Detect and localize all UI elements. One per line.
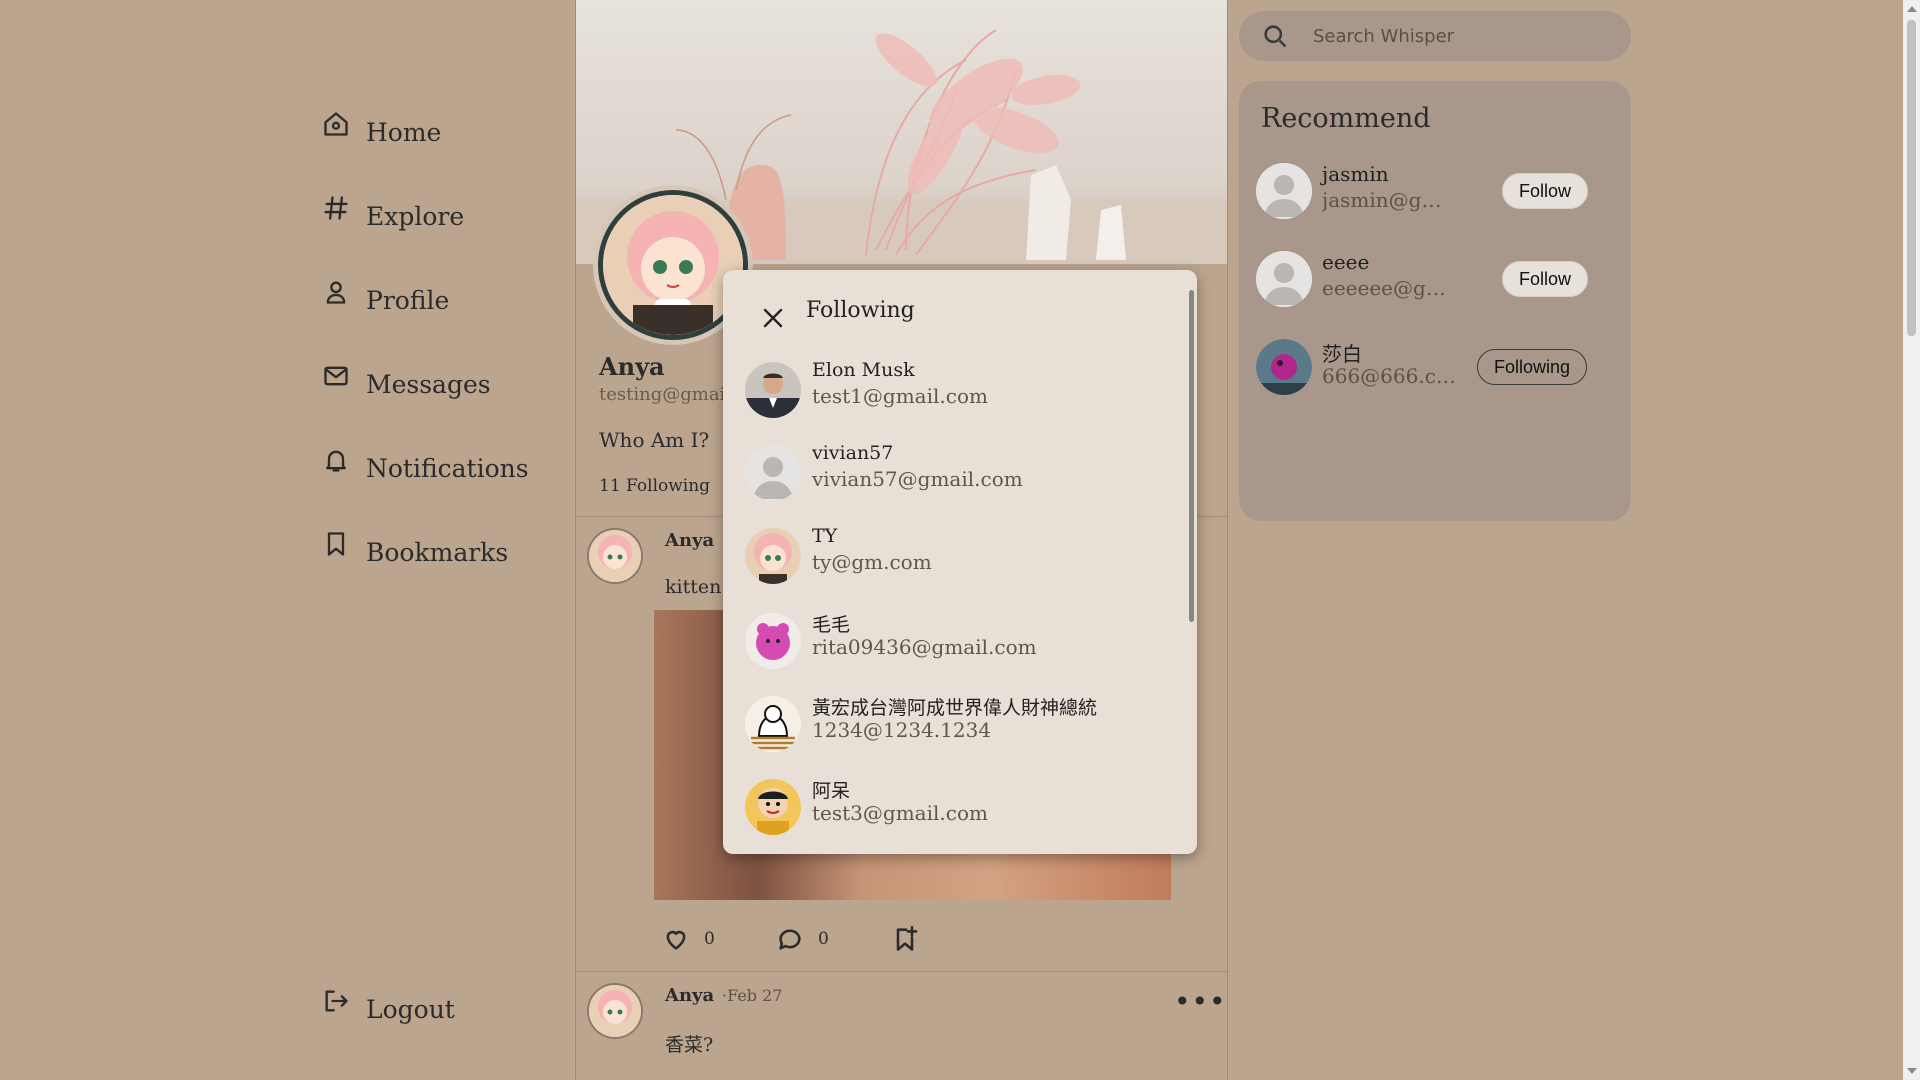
hash-icon bbox=[322, 194, 350, 222]
following-name: 毛毛 bbox=[812, 614, 851, 636]
post-text: 香菜? bbox=[665, 1034, 714, 1056]
default-avatar-icon bbox=[745, 445, 801, 501]
user-avatar bbox=[745, 528, 801, 584]
user-avatar bbox=[745, 613, 801, 669]
bookmark-icon bbox=[322, 530, 350, 558]
more-options-icon[interactable]: ••• bbox=[1174, 985, 1227, 1018]
nav-notifications-label: Notifications bbox=[366, 454, 529, 483]
close-button[interactable] bbox=[761, 306, 785, 330]
mail-icon bbox=[322, 362, 350, 390]
post-avatar[interactable] bbox=[587, 528, 643, 584]
nav-logout-label: Logout bbox=[366, 995, 455, 1024]
nav-home[interactable]: Home bbox=[322, 112, 442, 148]
modal-title: Following bbox=[806, 298, 915, 323]
profile-name: Anya bbox=[599, 352, 665, 381]
post-date: ·Feb 27 bbox=[722, 986, 783, 1005]
recommend-email: jasmin@gm… bbox=[1322, 188, 1457, 212]
post-text: kitten bbox=[665, 576, 722, 598]
nav-home-label: Home bbox=[366, 118, 442, 147]
following-modal: Following Elon Musk test1@gmail.com vivi… bbox=[723, 270, 1197, 854]
bookmark-post-button[interactable] bbox=[891, 925, 933, 953]
following-name: 黃宏成台灣阿成世界偉人財神總統 bbox=[812, 697, 1098, 719]
recommend-user[interactable]: eeee eeeeee@gm… Follow bbox=[1256, 250, 1616, 311]
nav-explore[interactable]: Explore bbox=[322, 196, 465, 232]
profile-stats: 11 Following 1 bbox=[599, 476, 736, 496]
following-count[interactable]: 11 Following bbox=[599, 476, 710, 496]
recommend-name: 莎白 bbox=[1322, 342, 1362, 366]
following-user[interactable]: vivian57 vivian57@gmail.com bbox=[745, 442, 1175, 505]
home-icon bbox=[322, 110, 350, 138]
search-input[interactable] bbox=[1313, 25, 1613, 47]
divider bbox=[576, 971, 1227, 972]
user-avatar bbox=[745, 362, 801, 418]
following-name: vivian57 bbox=[812, 442, 894, 464]
default-avatar-icon bbox=[1256, 251, 1312, 307]
follow-button[interactable]: Follow bbox=[1502, 261, 1589, 297]
scrollbar-thumb[interactable] bbox=[1907, 20, 1916, 336]
recommend-user[interactable]: jasmin jasmin@gm… Follow bbox=[1256, 162, 1616, 223]
nav-messages[interactable]: Messages bbox=[322, 366, 491, 400]
bookmark-add-icon bbox=[896, 926, 918, 951]
modal-scrollbar[interactable] bbox=[1189, 290, 1194, 622]
post-avatar[interactable] bbox=[587, 983, 643, 1039]
like-button[interactable]: 0 bbox=[662, 925, 715, 953]
following-email: test3@gmail.com bbox=[812, 801, 988, 825]
nav-profile[interactable]: Profile bbox=[322, 281, 450, 316]
following-email: 1234@1234.1234 bbox=[812, 718, 992, 742]
comment-count: 0 bbox=[818, 929, 829, 949]
nav-notifications[interactable]: Notifications bbox=[322, 450, 529, 484]
comment-button[interactable]: 0 bbox=[776, 925, 829, 953]
post-author[interactable]: Anya bbox=[665, 530, 714, 551]
user-avatar bbox=[745, 696, 801, 752]
recommend-email: 666@666.com bbox=[1322, 364, 1457, 388]
following-name: 阿呆 bbox=[812, 780, 851, 802]
profile-bio: Who Am I? bbox=[599, 428, 710, 452]
following-email: ty@gm.com bbox=[812, 550, 932, 574]
search-bar[interactable] bbox=[1239, 11, 1631, 61]
recommend-name: eeee bbox=[1322, 250, 1370, 274]
following-name: TY bbox=[812, 525, 838, 547]
user-avatar bbox=[1256, 339, 1312, 395]
left-nav: Home Explore Profile Messages Notificati… bbox=[0, 0, 575, 1080]
heart-icon bbox=[666, 930, 686, 950]
following-user[interactable]: 黃宏成台灣阿成世界偉人財神總統 1234@1234.1234 bbox=[745, 696, 1175, 756]
following-email: rita09436@gmail.com bbox=[812, 635, 1037, 659]
follow-button[interactable]: Follow bbox=[1502, 173, 1589, 209]
comment-icon bbox=[779, 929, 801, 950]
recommend-email: eeeeee@gm… bbox=[1322, 276, 1457, 300]
recommend-name: jasmin bbox=[1322, 162, 1389, 186]
following-user[interactable]: 阿呆 test3@gmail.com bbox=[745, 779, 1175, 839]
post-author[interactable]: Anya bbox=[665, 985, 714, 1006]
nav-messages-label: Messages bbox=[366, 370, 491, 399]
following-name: Elon Musk bbox=[812, 359, 915, 381]
close-icon bbox=[763, 308, 783, 328]
following-email: test1@gmail.com bbox=[812, 384, 988, 408]
following-user[interactable]: TY ty@gm.com bbox=[745, 525, 1175, 588]
nav-logout[interactable]: Logout bbox=[322, 990, 455, 1025]
nav-explore-label: Explore bbox=[366, 202, 465, 231]
logout-icon bbox=[322, 987, 350, 1015]
following-button[interactable]: Following bbox=[1477, 349, 1588, 385]
nav-bookmarks[interactable]: Bookmarks bbox=[322, 532, 509, 568]
recommend-panel: Recommend jasmin jasmin@gm… Follow eeee … bbox=[1239, 81, 1631, 521]
user-avatar bbox=[745, 779, 801, 835]
following-email: vivian57@gmail.com bbox=[812, 467, 1023, 491]
bell-icon bbox=[322, 446, 350, 474]
like-count: 0 bbox=[704, 929, 715, 949]
scroll-up-icon[interactable] bbox=[1907, 6, 1917, 12]
default-avatar-icon bbox=[1256, 163, 1312, 219]
recommend-user[interactable]: 莎白 666@666.com Following bbox=[1256, 339, 1616, 399]
nav-bookmarks-label: Bookmarks bbox=[366, 538, 509, 567]
recommend-title: Recommend bbox=[1261, 103, 1431, 134]
following-user[interactable]: Elon Musk test1@gmail.com bbox=[745, 359, 1175, 422]
person-icon bbox=[322, 278, 350, 306]
scroll-down-icon[interactable] bbox=[1907, 1068, 1917, 1074]
following-user[interactable]: 毛毛 rita09436@gmail.com bbox=[745, 613, 1175, 673]
nav-profile-label: Profile bbox=[366, 286, 450, 315]
search-icon bbox=[1264, 25, 1287, 48]
page-scrollbar[interactable] bbox=[1903, 0, 1920, 1080]
